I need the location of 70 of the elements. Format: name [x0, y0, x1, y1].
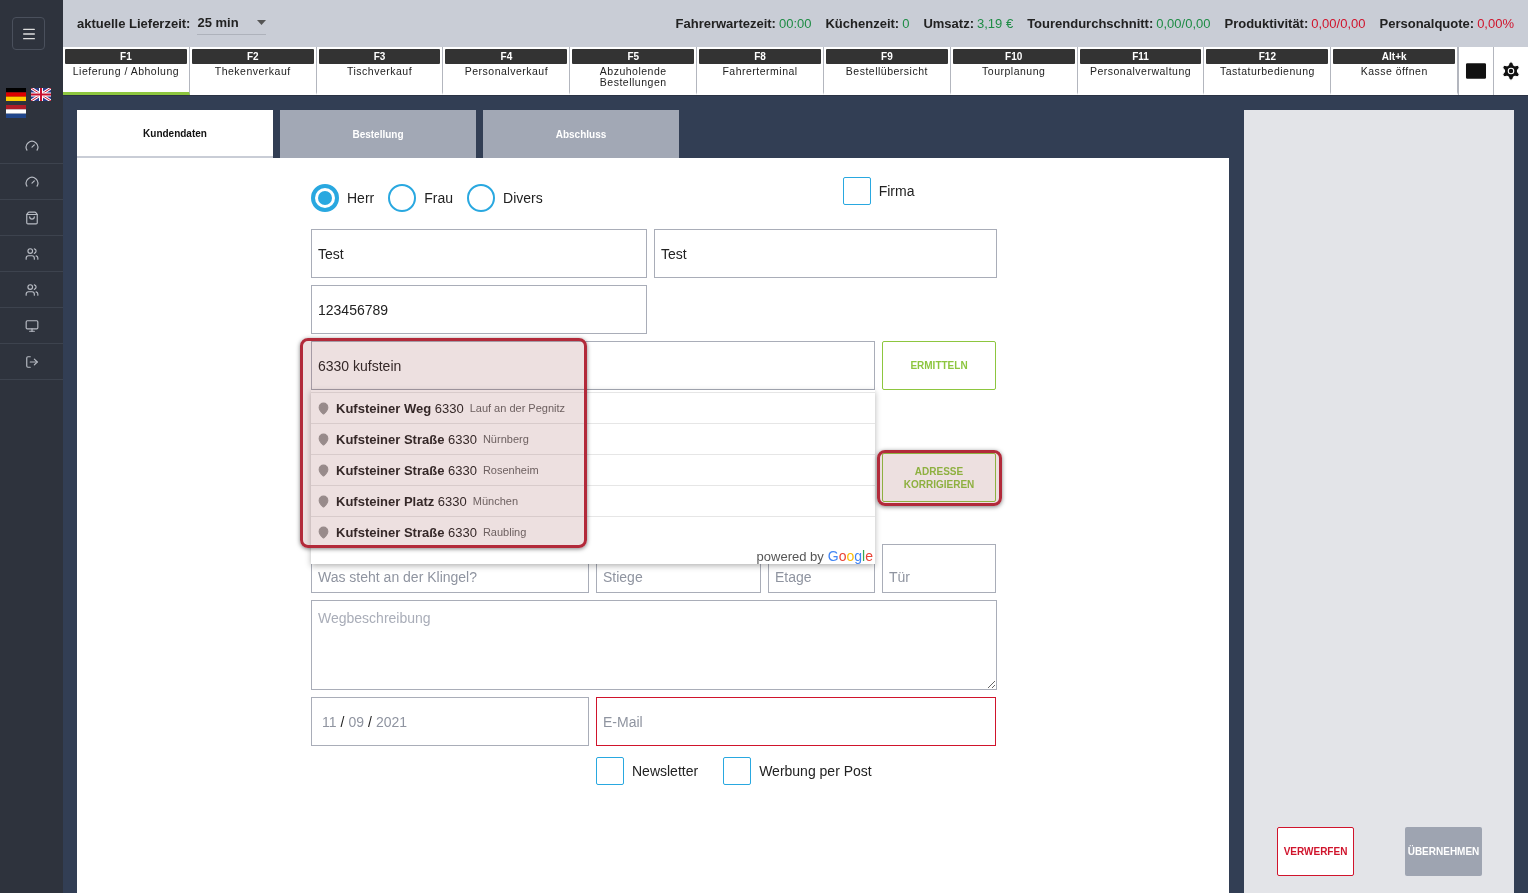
radio-label: Divers [503, 190, 543, 206]
caret-icon [256, 19, 266, 25]
radio-label: Frau [424, 190, 454, 206]
stat-value: 00:00 [778, 16, 812, 31]
pin-icon [317, 525, 330, 539]
checkbox[interactable] [842, 177, 871, 205]
radio-button[interactable] [388, 184, 417, 212]
pin-icon [317, 432, 330, 446]
function-key[interactable]: F8 Fahrerterminal [697, 47, 824, 95]
pin-icon [317, 494, 330, 508]
function-key[interactable]: F12 Tastaturbedienung [1204, 47, 1332, 95]
delivery-time-select[interactable]: 25 min [197, 12, 266, 35]
address-field[interactable]: 6330 kufstein [311, 341, 875, 390]
gauge-icon[interactable] [24, 174, 39, 189]
delivery-time-label: aktuelle Lieferzeit: [77, 16, 191, 31]
function-key[interactable]: F5 Abzuholende Bestellungen [570, 47, 698, 95]
radio-button[interactable] [311, 184, 339, 212]
stat-value: 0 [902, 16, 910, 31]
discard-button[interactable]: VERWERFEN [1277, 827, 1354, 876]
suggestion-item[interactable]: Kufsteiner Platz 6330 München [311, 485, 875, 516]
stat-label: Umsatz: [923, 16, 974, 31]
function-key[interactable]: F3 Tischverkauf [316, 47, 444, 95]
gauge-icon[interactable] [24, 138, 39, 153]
stat-label: Produktivität: [1224, 16, 1309, 31]
brand-logo: Google [827, 548, 873, 564]
users-icon[interactable] [24, 282, 39, 297]
checkbox-label: Werbung per Post [759, 763, 872, 779]
door-field[interactable]: Tür [882, 544, 996, 593]
directions-field[interactable]: Wegbeschreibung [311, 600, 997, 690]
suggestion-item[interactable]: Kufsteiner Straße 6330 Raubling [311, 516, 875, 547]
first-name-field[interactable]: Test [311, 229, 647, 278]
flag-icon[interactable] [6, 105, 26, 118]
suggestion-item[interactable]: Kufsteiner Straße 6330 Rosenheim [311, 454, 875, 485]
function-key[interactable]: Alt+k Kasse öffnen [1331, 47, 1459, 95]
stat-label: Küchenzeit: [825, 16, 900, 31]
stat-value: 3,19 € [976, 16, 1014, 31]
tab[interactable]: Kundendaten [77, 110, 273, 158]
menu-button[interactable] [12, 17, 45, 50]
function-key[interactable]: F4 Personalverkauf [443, 47, 571, 95]
checkbox-label: Firma [878, 183, 915, 199]
function-key[interactable]: F2 Thekenverkauf [189, 47, 317, 95]
checkbox-label: Newsletter [632, 763, 699, 779]
stat-value: 0,00/0,00 [1156, 16, 1211, 31]
last-name-field[interactable]: Test [654, 229, 997, 278]
suggestion-item[interactable]: Kufsteiner Straße 6330 Nürnberg [311, 423, 875, 454]
monitor-icon[interactable] [24, 318, 39, 333]
logout-icon[interactable] [24, 354, 39, 369]
function-key[interactable]: F10 Tourplanung [950, 47, 1078, 95]
checkbox[interactable] [596, 757, 624, 785]
suggestion-item[interactable]: Kufsteiner Weg 6330 Lauf an der Pegnitz [311, 392, 875, 423]
date-field[interactable]: 11 / 09 / 2021 [311, 697, 589, 746]
radio-label: Herr [347, 190, 375, 206]
email-field[interactable]: E-Mail [596, 697, 996, 746]
settings-icon [1500, 60, 1523, 82]
stat-value: 0,00% [1477, 16, 1514, 31]
function-key[interactable]: F11 Personalverwaltung [1077, 47, 1205, 95]
stat-value: 0,00/0,00 [1311, 16, 1366, 31]
stat-label: Fahrerwartezeit: [675, 16, 776, 31]
bag-icon[interactable] [24, 210, 39, 225]
checkbox[interactable] [723, 757, 752, 785]
flag-icon[interactable] [6, 88, 26, 101]
flag-icon[interactable] [31, 88, 51, 101]
stat-label: Personalquote: [1379, 16, 1475, 31]
radio-button[interactable] [467, 184, 496, 212]
pin-icon [317, 401, 330, 415]
phone-field[interactable]: 123456789 [311, 285, 647, 334]
function-key[interactable]: F9 Bestellübersicht [823, 47, 951, 95]
stat-label: Tourendurchschnitt: [1027, 16, 1154, 31]
users-icon[interactable] [24, 246, 39, 261]
pin-icon [317, 463, 330, 477]
